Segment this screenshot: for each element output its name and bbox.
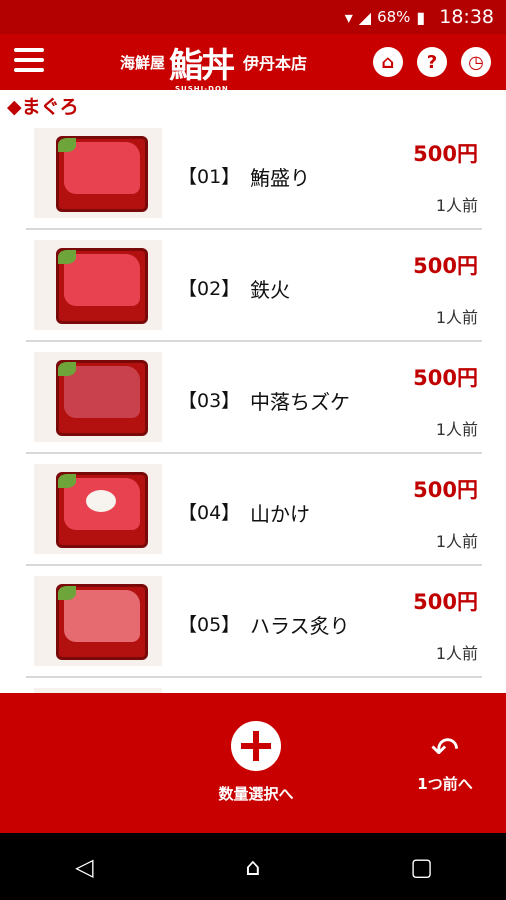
item-photo [34, 128, 162, 218]
item-code: 【01】 [178, 166, 241, 188]
nav-back-icon[interactable]: ◁ [54, 847, 114, 887]
store-name: 伊丹本店 [243, 54, 308, 73]
item-code: 【04】 [178, 502, 241, 524]
item-price: 500円 [413, 366, 478, 390]
item-name: ハラス炙り [250, 614, 350, 638]
item-price: 500円 [413, 478, 478, 502]
reply-arrow-icon: ↶ [430, 730, 460, 770]
item-photo [34, 576, 162, 666]
item-price: 500円 [413, 142, 478, 166]
battery-icon: ▮ [416, 7, 426, 27]
list-item[interactable]: 【05】 ハラス炙り 500円 1人前 [26, 566, 482, 678]
signal-icon: ◢ [358, 7, 372, 27]
item-serving: 1人前 [435, 532, 478, 551]
system-nav-bar: ◁ ⌂ ▢ [0, 833, 506, 900]
brand-logo: 海鮮屋 鮨丼 SUSHI-DON 伊丹本店 [120, 40, 308, 93]
list-item[interactable]: 【03】 中落ちズケ 500円 1人前 [26, 342, 482, 454]
item-serving: 1人前 [435, 308, 478, 327]
help-icon[interactable]: ? [417, 47, 447, 77]
item-code: 【05】 [178, 614, 241, 636]
item-photo [34, 240, 162, 330]
clock-time: 18:38 [439, 6, 494, 28]
list-item[interactable]: 【01】 鮪盛り 500円 1人前 [26, 118, 482, 230]
nav-recents-icon[interactable]: ▢ [392, 847, 452, 887]
item-name: 山かけ [250, 502, 310, 526]
wifi-icon: ▾ [344, 7, 353, 27]
back-label: 1つ前へ [417, 775, 473, 793]
menu-icon[interactable] [14, 48, 44, 74]
home-icon[interactable]: ⌂ [373, 47, 403, 77]
item-name: 鮪盛り [250, 166, 310, 190]
item-price: 500円 [413, 254, 478, 278]
item-photo [34, 352, 162, 442]
clock-icon[interactable]: ◷ [461, 47, 491, 77]
item-serving: 1人前 [435, 420, 478, 439]
app-header: 海鮮屋 鮨丼 SUSHI-DON 伊丹本店 ⌂ ? ◷ [0, 34, 506, 93]
bottom-action-bar: 数量選択へ ↶ 1つ前へ [0, 693, 506, 833]
item-name: 鉄火 [250, 278, 290, 302]
category-label: ◆まぐろ [7, 96, 79, 118]
item-name: 中落ちズケ [250, 390, 350, 414]
item-serving: 1人前 [435, 644, 478, 663]
item-photo [34, 464, 162, 554]
item-code: 【03】 [178, 390, 241, 412]
back-button[interactable]: ↶ 1つ前へ [400, 733, 490, 803]
quantity-select-label: 数量選択へ [218, 785, 294, 803]
menu-list: ◆まぐろ 【01】 鮪盛り 500円 1人前 【02】 鉄火 500円 1人前 … [0, 90, 506, 693]
brand-prefix: 海鮮屋 [120, 53, 166, 72]
plus-icon [231, 721, 281, 771]
item-price: 500円 [413, 590, 478, 614]
list-item[interactable]: 【04】 山かけ 500円 1人前 [26, 454, 482, 566]
status-bar: ▾ ◢ 68% ▮ 18:38 [0, 0, 506, 34]
battery-percent: 68% [377, 8, 411, 26]
list-item[interactable] [26, 678, 482, 693]
list-item[interactable]: 【02】 鉄火 500円 1人前 [26, 230, 482, 342]
item-code: 【02】 [178, 278, 241, 300]
quantity-select-button[interactable]: 数量選択へ [196, 721, 316, 811]
nav-home-icon[interactable]: ⌂ [223, 847, 283, 887]
brand-logo-text: 鮨丼 SUSHI-DON [169, 45, 235, 93]
item-serving: 1人前 [435, 196, 478, 215]
